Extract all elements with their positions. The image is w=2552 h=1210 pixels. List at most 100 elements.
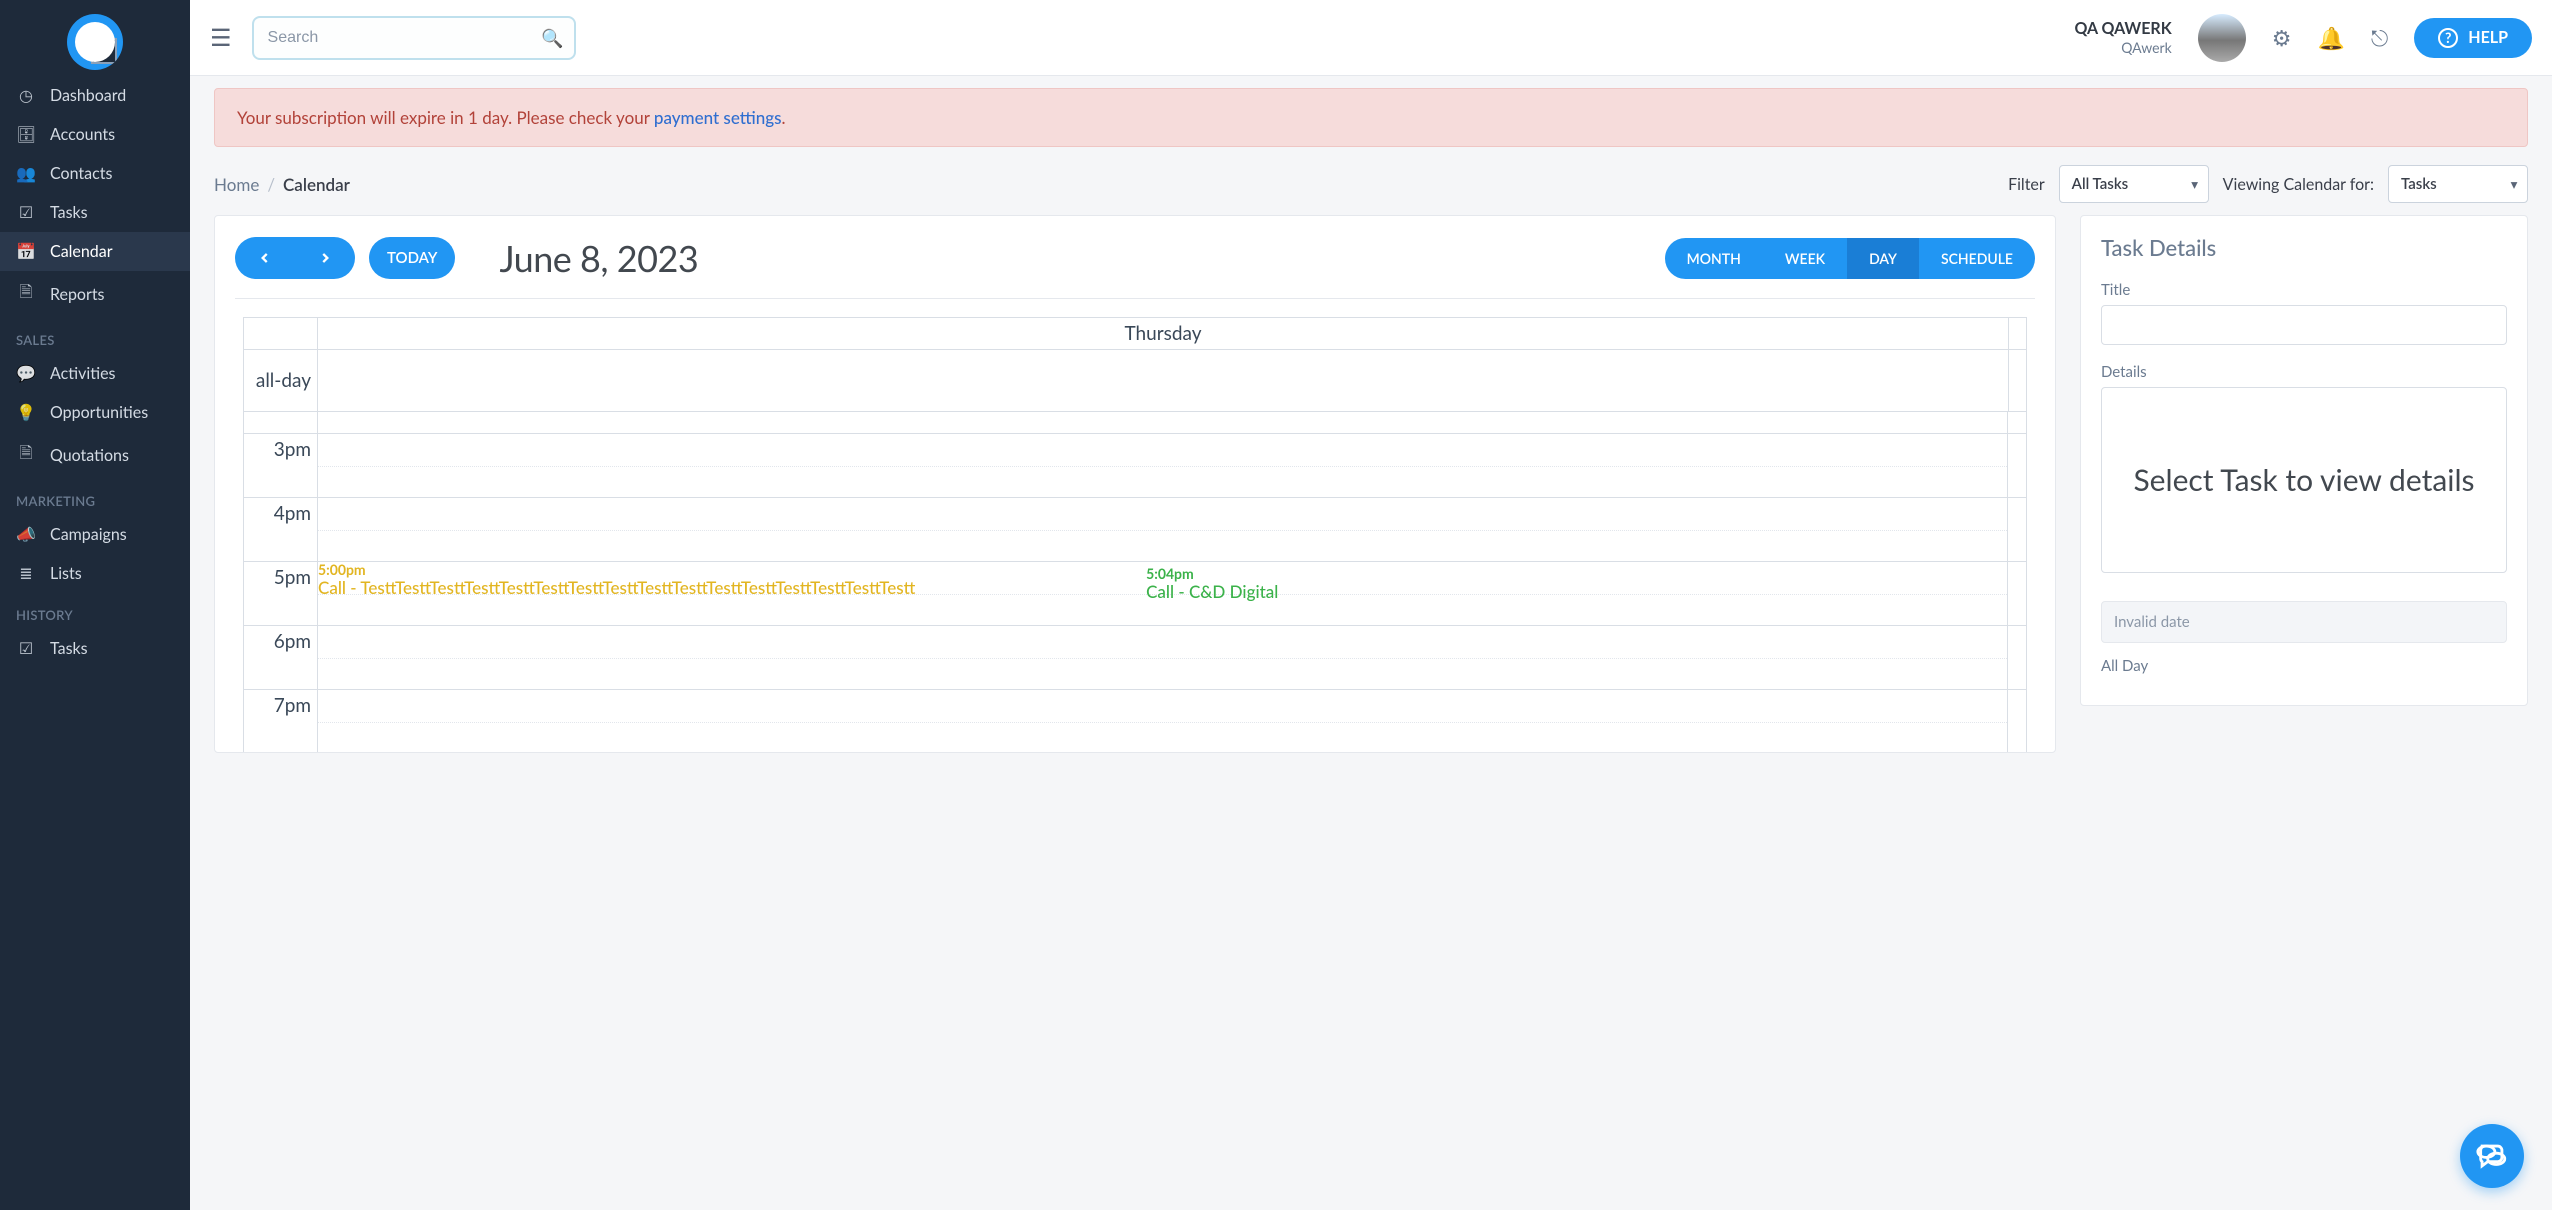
view-switch: MONTH WEEK DAY SCHEDULE [1665,238,2035,279]
calendar-panel: TODAY June 8, 2023 MONTH WEEK DAY SCHEDU… [214,215,2056,753]
hour-label: 5pm [244,562,318,625]
sidebar-section-marketing: MARKETING [0,479,190,515]
sidebar-item-label: Tasks [50,639,88,658]
event-time: 5:04pm [1146,566,1278,581]
list-icon: ≣ [16,564,36,583]
alert-suffix: . [782,107,786,128]
help-icon: ? [2438,28,2458,48]
filter-value: All Tasks [2072,175,2129,193]
filter-select[interactable]: All Tasks ▾ [2059,165,2209,203]
hour-label: 6pm [244,626,318,689]
next-button[interactable] [295,237,355,279]
sidebar-item-history-tasks[interactable]: ☑ Tasks [0,629,190,668]
hour-row-6pm[interactable]: 6pm [244,626,2026,690]
sidebar-item-label: Activities [50,364,115,383]
sidebar-item-activities[interactable]: 💬 Activities [0,354,190,393]
divider [235,298,2035,299]
gauge-icon: ◷ [16,86,36,105]
filter-label: Filter [2008,175,2045,194]
sidebar-item-label: Dashboard [50,86,126,105]
dayname: Thursday [318,318,2008,349]
sidebar-item-label: Lists [50,564,82,583]
file-chart-icon: 🗎 [16,281,36,308]
help-button[interactable]: ? HELP [2414,18,2532,58]
chevron-down-icon: ▾ [2511,177,2517,192]
event-call-cd-digital[interactable]: 5:04pm Call - C&D Digital [1146,566,1278,602]
prev-button[interactable] [235,237,295,279]
calendar-scroll[interactable]: 3pm 4pm 5pm 6pm [244,412,2026,752]
logout-icon[interactable]: ⎋ [2371,24,2388,52]
user-name: QA QAWERK [2074,19,2171,39]
view-month[interactable]: MONTH [1665,238,1763,279]
all-day-row[interactable]: all-day [244,350,2026,412]
subscription-alert: Your subscription will expire in 1 day. … [214,88,2528,147]
sidebar-section-sales: SALES [0,318,190,354]
file-icon: 🗎 [16,442,36,469]
sidebar-item-tasks[interactable]: ☑ Tasks [0,193,190,232]
sidebar-item-dashboard[interactable]: ◷ Dashboard [0,76,190,115]
search-icon[interactable]: 🔍 [541,26,563,49]
today-button[interactable]: TODAY [369,237,455,279]
sidebar-item-opportunities[interactable]: 💡 Opportunities [0,393,190,432]
all-day-label: all-day [244,350,318,411]
content: Your subscription will expire in 1 day. … [190,76,2552,1210]
hour-label: 4pm [244,498,318,561]
chat-icon [2475,1139,2509,1173]
calendar-grid: Thursday all-day [243,317,2027,752]
event-time: 5:00pm [318,562,915,577]
sidebar-item-accounts[interactable]: 🗄 Accounts [0,115,190,154]
details-placeholder: Select Task to view details [2101,387,2507,573]
view-week[interactable]: WEEK [1763,238,1847,279]
viewing-select[interactable]: Tasks ▾ [2388,165,2528,203]
title-label: Title [2101,281,2507,299]
chat-bubble[interactable] [2460,1124,2524,1188]
breadcrumb-separator: / [267,174,275,195]
app-logo [0,0,190,76]
sidebar-item-calendar[interactable]: 📅 Calendar [0,232,190,271]
sidebar: ◷ Dashboard 🗄 Accounts 👥 Contacts ☑ Task… [0,0,190,1210]
payment-settings-link[interactable]: payment settings [654,107,782,128]
sidebar-item-lists[interactable]: ≣ Lists [0,554,190,593]
calendar-day-header: Thursday [244,318,2026,350]
event-call-testt[interactable]: 5:00pm Call - TesttTesttTesttTesttTesttT… [318,562,915,598]
hour-row-7pm[interactable]: 7pm [244,690,2026,752]
search-input[interactable] [252,16,576,60]
sidebar-item-reports[interactable]: 🗎 Reports [0,271,190,318]
view-day[interactable]: DAY [1847,238,1919,279]
topbar: ☰ 🔍 QA QAWERK QAwerk ⚙ 🔔 ⎋ ? HELP [190,0,2552,76]
hour-label: 7pm [244,690,318,752]
viewing-label: Viewing Calendar for: [2223,175,2374,194]
sidebar-item-label: Reports [50,285,104,304]
alert-prefix: Your subscription will expire in 1 day. … [237,107,654,128]
breadcrumb-home[interactable]: Home [214,174,259,195]
hour-row-4pm[interactable]: 4pm [244,498,2026,562]
briefcase-icon: 🗄 [16,125,36,144]
date-value: Invalid date [2114,613,2190,631]
task-details-panel: Task Details Title Details Select Task t… [2080,215,2528,706]
filter-controls: Filter All Tasks ▾ Viewing Calendar for:… [2008,165,2528,203]
date-field[interactable]: Invalid date [2101,601,2507,643]
menu-toggle-icon[interactable]: ☰ [210,23,232,52]
page-headrow: Home / Calendar Filter All Tasks ▾ Viewi… [214,165,2528,203]
hour-row-3pm[interactable]: 3pm [244,434,2026,498]
avatar[interactable] [2198,14,2246,62]
sidebar-item-label: Tasks [50,203,88,222]
gear-icon[interactable]: ⚙ [2272,24,2292,52]
sidebar-item-label: Accounts [50,125,115,144]
details-placeholder-text: Select Task to view details [2133,462,2474,498]
sidebar-item-contacts[interactable]: 👥 Contacts [0,154,190,193]
sidebar-item-quotations[interactable]: 🗎 Quotations [0,432,190,479]
sidebar-item-campaigns[interactable]: 📣 Campaigns [0,515,190,554]
bell-icon[interactable]: 🔔 [2317,24,2344,52]
hour-row[interactable] [244,412,2026,434]
breadcrumb: Home / Calendar [214,174,350,195]
user-org: QAwerk [2074,39,2171,57]
topbar-right: QA QAWERK QAwerk ⚙ 🔔 ⎋ ? HELP [2074,14,2532,62]
check-square-icon: ☑ [16,639,36,658]
users-icon: 👥 [16,164,36,183]
view-schedule[interactable]: SCHEDULE [1919,238,2035,279]
event-title: Call - TesttTesttTesttTesttTesttTesttTes… [318,577,915,598]
user-block[interactable]: QA QAWERK QAwerk [2074,19,2171,57]
title-field[interactable] [2101,305,2507,345]
breadcrumb-current: Calendar [283,174,350,195]
